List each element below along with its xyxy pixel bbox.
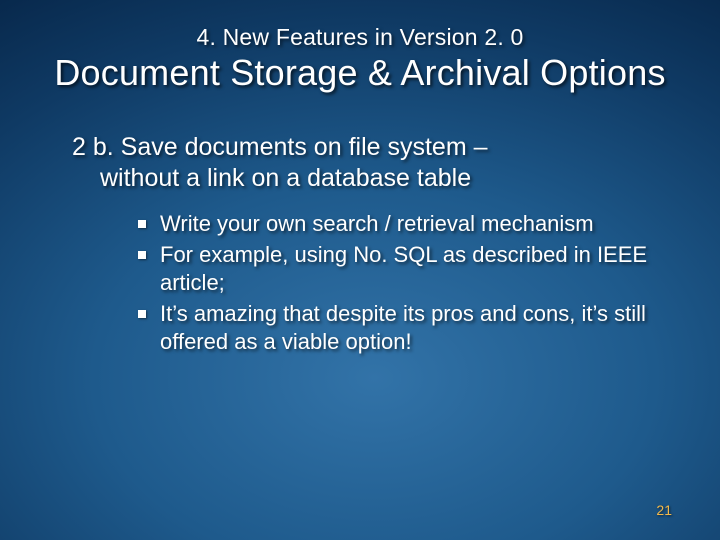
section-kicker: 4. New Features in Version 2. 0 <box>0 24 720 51</box>
bullet-list: Write your own search / retrieval mechan… <box>138 210 660 359</box>
bullet-item: For example, using No. SQL as described … <box>138 241 660 298</box>
page-number: 21 <box>656 502 672 518</box>
bullet-item: It’s amazing that despite its pros and c… <box>138 300 660 357</box>
subhead-line-1: 2 b. Save documents on file system – <box>72 133 488 161</box>
subhead-line-2: without a link on a database table <box>72 163 680 194</box>
slide-title: Document Storage & Archival Options <box>0 52 720 94</box>
bullet-item: Write your own search / retrieval mechan… <box>138 210 660 239</box>
subheading: 2 b. Save documents on file system – wit… <box>72 132 680 195</box>
slide: 4. New Features in Version 2. 0 Document… <box>0 0 720 540</box>
